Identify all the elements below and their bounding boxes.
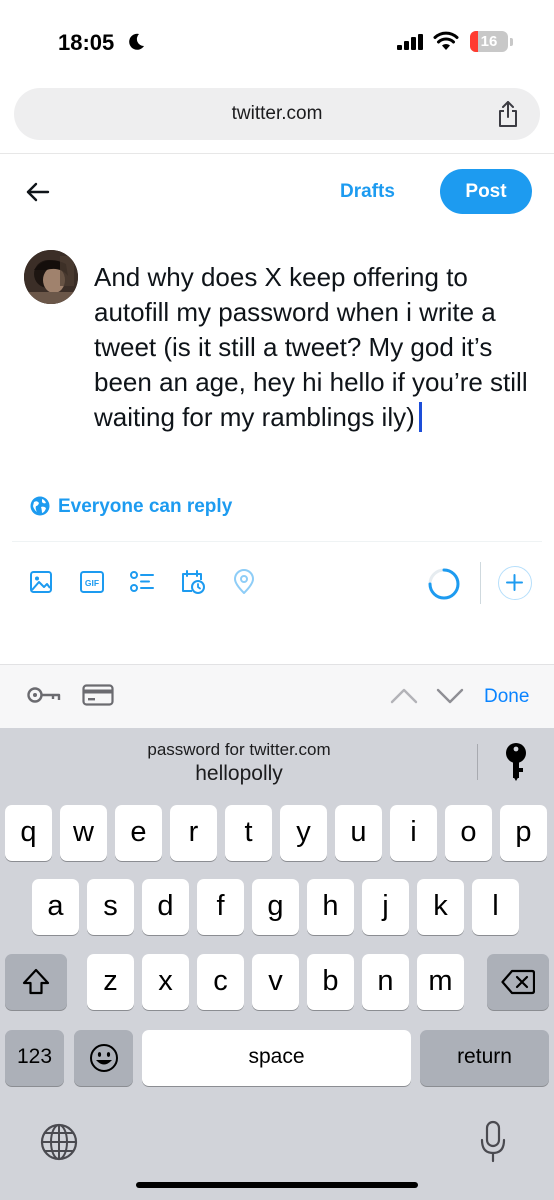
key-h[interactable]: h: [307, 879, 354, 935]
key-b[interactable]: b: [307, 954, 354, 1010]
key-v[interactable]: v: [252, 954, 299, 1010]
key-l[interactable]: l: [472, 879, 519, 935]
image-icon[interactable]: [28, 569, 54, 595]
key-w[interactable]: w: [60, 805, 107, 861]
key-g[interactable]: g: [252, 879, 299, 935]
toolbar-separator: [480, 562, 481, 604]
suggestion-separator: [477, 744, 478, 780]
svg-text:GIF: GIF: [85, 578, 99, 588]
key-k[interactable]: k: [417, 879, 464, 935]
microphone-icon[interactable]: [480, 1120, 506, 1164]
signal-icon: [397, 34, 423, 50]
status-bar: 18:05 16: [0, 0, 554, 84]
keyboard: password for twitter.com hellopolly q w …: [0, 728, 554, 1200]
key-q[interactable]: q: [5, 805, 52, 861]
divider: [0, 153, 554, 154]
credit-card-icon[interactable]: [82, 684, 114, 706]
return-key[interactable]: return: [420, 1030, 549, 1086]
key-c[interactable]: c: [197, 954, 244, 1010]
avatar-image: [24, 250, 78, 304]
reply-setting-label: Everyone can reply: [58, 496, 233, 517]
schedule-icon[interactable]: [180, 569, 206, 595]
emoji-icon: [89, 1044, 118, 1072]
text-cursor: [418, 402, 422, 432]
status-time: 18:05: [58, 30, 115, 55]
shift-icon: [22, 968, 50, 995]
gif-icon[interactable]: GIF: [79, 569, 105, 595]
keyboard-accessory-bar: Done: [0, 664, 554, 728]
character-progress-icon: [428, 568, 460, 600]
share-icon[interactable]: [496, 100, 520, 128]
url-text: twitter.com: [231, 103, 323, 124]
location-icon[interactable]: [231, 569, 257, 595]
backspace-key[interactable]: [487, 954, 549, 1010]
key-j[interactable]: j: [362, 879, 409, 935]
wifi-icon: [433, 31, 459, 50]
key-t[interactable]: t: [225, 805, 272, 861]
address-bar[interactable]: twitter.com: [14, 88, 540, 140]
key-s[interactable]: s: [87, 879, 134, 935]
battery-icon: 16: [470, 31, 508, 52]
avatar[interactable]: [24, 250, 78, 304]
suggestion-title: password for twitter.com: [147, 740, 331, 759]
key-o[interactable]: o: [445, 805, 492, 861]
key-i[interactable]: i: [390, 805, 437, 861]
add-thread-icon: [506, 574, 523, 591]
key-f[interactable]: f: [197, 879, 244, 935]
key-z[interactable]: z: [87, 954, 134, 1010]
key-a[interactable]: a: [32, 879, 79, 935]
key-x[interactable]: x: [142, 954, 189, 1010]
key-y[interactable]: y: [280, 805, 327, 861]
done-button[interactable]: Done: [484, 686, 529, 708]
key-u[interactable]: u: [335, 805, 382, 861]
globe-icon[interactable]: [39, 1122, 79, 1162]
tweet-text-area[interactable]: And why does X keep offering to autofill…: [94, 260, 534, 435]
key-n[interactable]: n: [362, 954, 409, 1010]
emoji-key[interactable]: [74, 1030, 133, 1086]
numbers-key[interactable]: 123: [5, 1030, 64, 1086]
home-indicator: [136, 1182, 418, 1188]
chevron-up-icon[interactable]: [390, 687, 418, 705]
moon-icon: [129, 33, 144, 50]
drafts-button[interactable]: Drafts: [340, 181, 395, 203]
space-key[interactable]: space: [142, 1030, 411, 1086]
key-m[interactable]: m: [417, 954, 464, 1010]
globe-icon: [30, 496, 50, 516]
backspace-icon: [501, 969, 536, 995]
key-p[interactable]: p: [500, 805, 547, 861]
back-arrow-icon[interactable]: [24, 178, 52, 206]
chevron-down-icon[interactable]: [436, 687, 464, 705]
key-e[interactable]: e: [115, 805, 162, 861]
shift-key[interactable]: [5, 954, 67, 1010]
battery-level: 16: [480, 33, 498, 50]
key-icon[interactable]: [26, 685, 62, 705]
tweet-text: And why does X keep offering to autofill…: [94, 262, 528, 432]
add-thread-button[interactable]: [498, 566, 532, 600]
post-button[interactable]: Post: [440, 169, 532, 214]
poll-icon[interactable]: [129, 569, 155, 595]
suggestion-value: hellopolly: [195, 762, 283, 785]
divider: [12, 541, 542, 542]
passwords-key-icon[interactable]: [505, 742, 527, 782]
key-r[interactable]: r: [170, 805, 217, 861]
key-d[interactable]: d: [142, 879, 189, 935]
